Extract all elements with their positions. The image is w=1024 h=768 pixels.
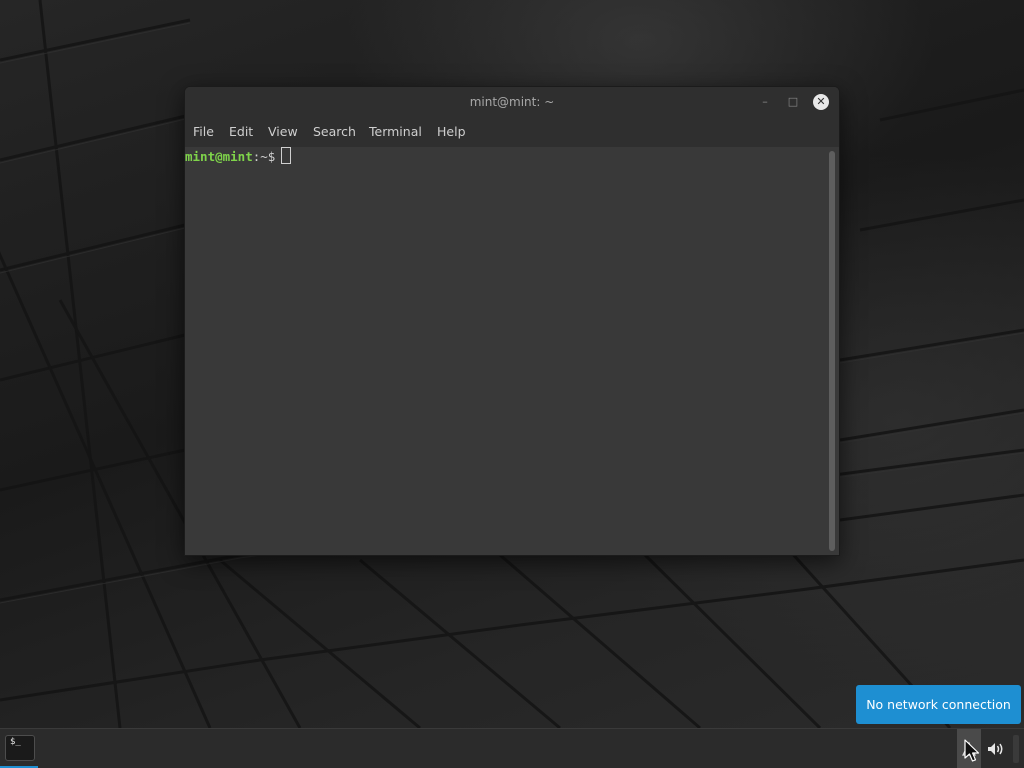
- prompt-path: ~: [260, 149, 268, 164]
- terminal-scrollbar[interactable]: [829, 151, 835, 551]
- menu-terminal[interactable]: Terminal: [369, 117, 422, 147]
- terminal-text-area[interactable]: mint@mint:~$: [185, 147, 839, 555]
- minimize-icon: –: [762, 95, 768, 108]
- prompt-dollar: $: [267, 149, 276, 164]
- maximize-button[interactable]: □: [785, 94, 801, 110]
- menu-file[interactable]: File: [193, 117, 214, 147]
- taskbar-terminal-button[interactable]: $_: [3, 733, 35, 763]
- menu-search[interactable]: Search: [313, 117, 356, 147]
- mouse-pointer-icon: [964, 739, 980, 762]
- window-title: mint@mint: ~: [469, 95, 555, 109]
- prompt-line: mint@mint:~$: [185, 147, 292, 165]
- menu-edit[interactable]: Edit: [229, 117, 253, 147]
- window-titlebar[interactable]: mint@mint: ~ – □ ✕: [185, 87, 839, 117]
- menu-bar: File Edit View Search Terminal Help: [185, 117, 839, 147]
- volume-icon: [988, 743, 1003, 755]
- menu-help[interactable]: Help: [437, 117, 466, 147]
- taskbar: $_: [0, 728, 1024, 768]
- terminal-glyph: $_: [10, 737, 21, 747]
- menu-view[interactable]: View: [268, 117, 298, 147]
- maximize-icon: □: [787, 95, 799, 108]
- terminal-window[interactable]: mint@mint: ~ – □ ✕ File Edit View Search…: [184, 86, 840, 556]
- terminal-icon: $_: [5, 735, 35, 761]
- prompt-user-host: mint@mint: [185, 149, 253, 164]
- minimize-button[interactable]: –: [757, 94, 773, 110]
- volume-tray-button[interactable]: [985, 739, 1005, 759]
- close-button[interactable]: ✕: [813, 94, 829, 110]
- text-cursor: [281, 147, 292, 164]
- panel-edge-handle[interactable]: [1013, 735, 1019, 763]
- network-notification[interactable]: No network connection: [856, 685, 1021, 724]
- close-icon: ✕: [816, 95, 826, 108]
